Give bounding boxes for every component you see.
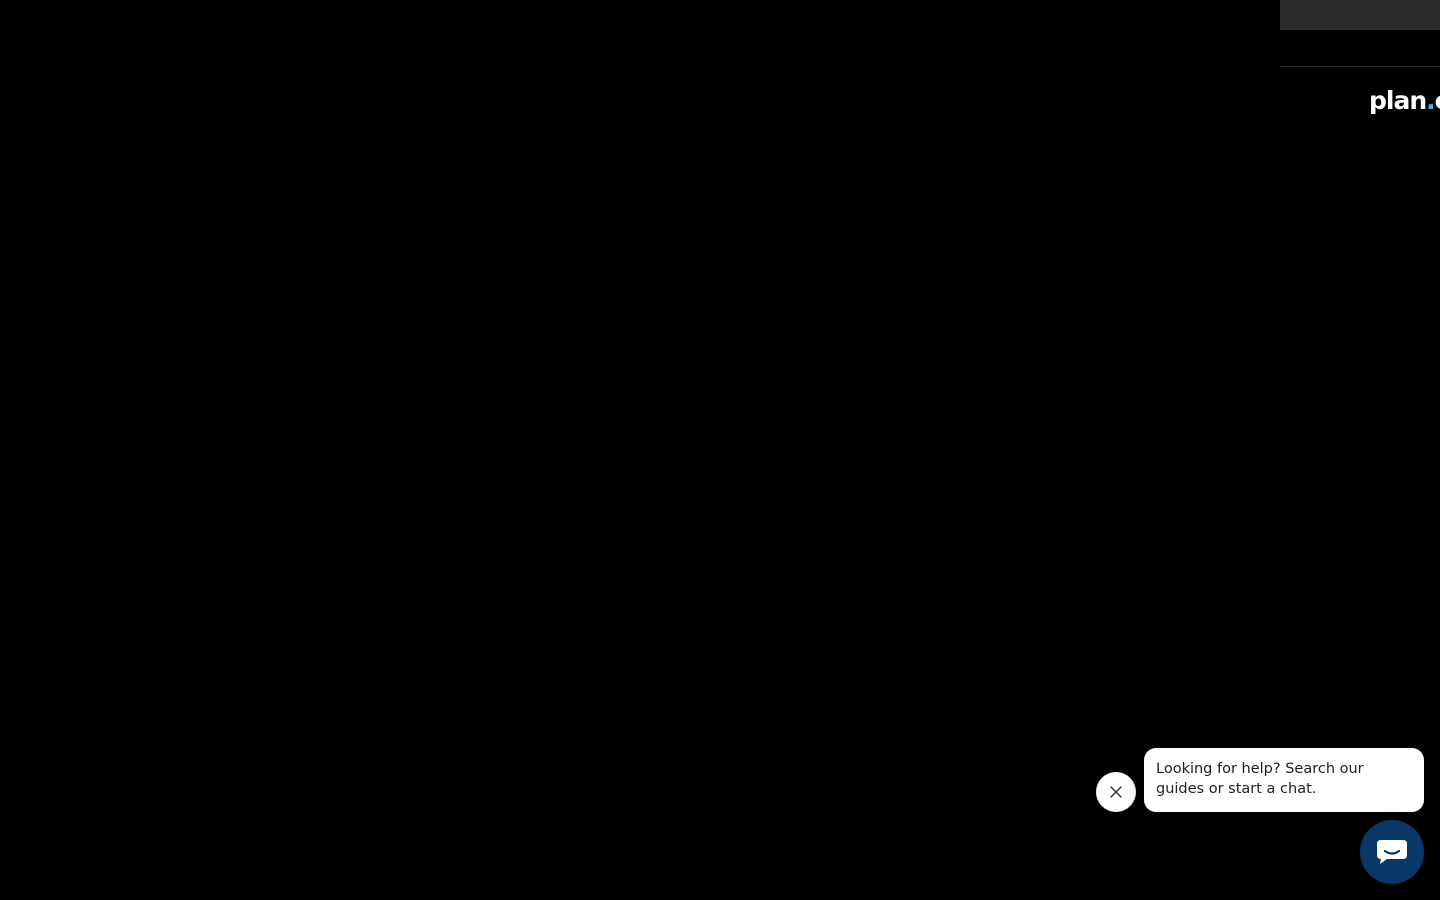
brand-logo-text-tail: c [1435, 86, 1440, 115]
help-dismiss-button[interactable] [1096, 772, 1136, 812]
panel-top-bar [1280, 0, 1440, 30]
brand-logo[interactable]: plan.c [1369, 84, 1440, 118]
chat-launcher-button[interactable] [1360, 820, 1424, 884]
brand-logo-text: plan [1369, 86, 1427, 115]
close-icon [1110, 786, 1122, 798]
brand-logo-dot: . [1426, 86, 1435, 115]
help-message-bubble[interactable]: Looking for help? Search our guides or s… [1144, 748, 1424, 812]
panel-divider [1280, 66, 1440, 67]
page-background: plan.c Looking for help? Search our guid… [0, 0, 1440, 900]
help-message-text: Looking for help? Search our guides or s… [1156, 761, 1364, 797]
chat-bubble-icon [1375, 838, 1409, 866]
